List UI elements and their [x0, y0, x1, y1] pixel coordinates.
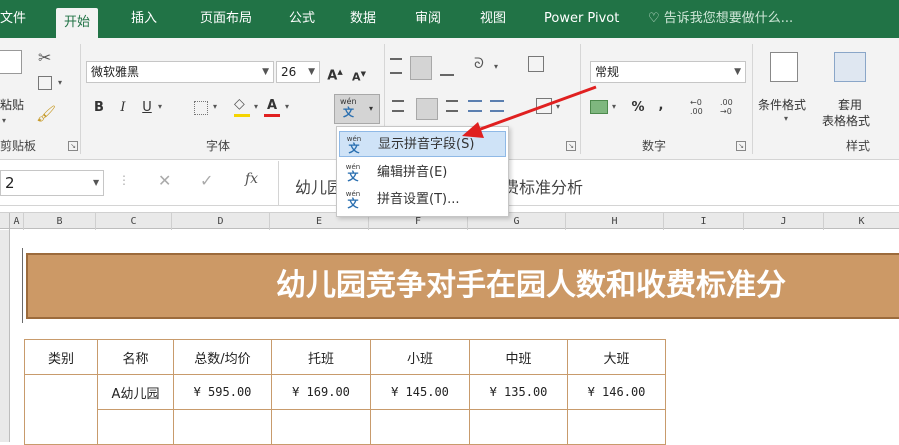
annotation-arrow-head — [462, 122, 484, 138]
annotation-arrow-shaft — [477, 85, 597, 132]
annotation-arrow — [462, 85, 597, 138]
